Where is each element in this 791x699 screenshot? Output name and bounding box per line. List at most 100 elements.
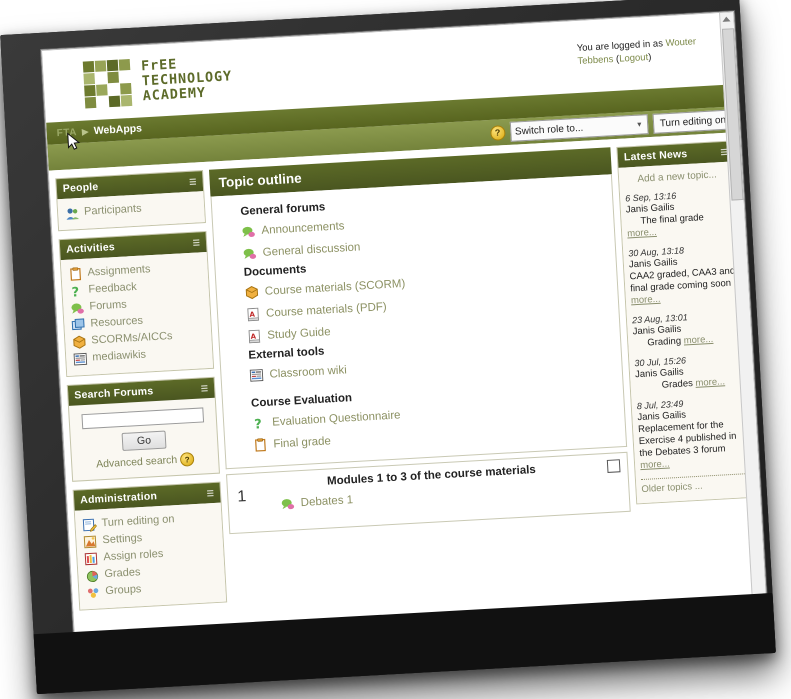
moodle-page: FrEE TECHNOLOGY ACADEMY You are logged i… xyxy=(41,11,768,651)
clipboard-icon xyxy=(255,438,266,452)
breadcrumb-current: WebApps xyxy=(93,122,143,138)
activity-label[interactable]: Study Guide xyxy=(267,324,331,344)
pdf-icon: A xyxy=(247,307,259,322)
question-mark-icon: ? xyxy=(71,285,79,299)
news-item: 8 Jul, 23:49 Janis Gailis Replacement fo… xyxy=(637,394,747,479)
wiki-icon xyxy=(249,369,264,382)
clipboard-icon xyxy=(70,266,82,281)
search-input[interactable] xyxy=(81,407,205,430)
sidebar-item-label[interactable]: mediawikis xyxy=(92,348,147,366)
package-icon xyxy=(73,335,86,349)
activity-label[interactable]: General discussion xyxy=(262,239,361,260)
topic-content: Modules 1 to 3 of the course materials D… xyxy=(261,453,630,531)
login-info: You are logged in as Wouter Tebbens (Log… xyxy=(576,35,717,68)
logo-wordmark: FrEE TECHNOLOGY ACADEMY xyxy=(141,54,234,104)
logo-grid-icon xyxy=(82,58,133,109)
page-body: People ☰ Participants Activities ☰ Assig… xyxy=(48,132,765,619)
block-people: People ☰ Participants xyxy=(55,170,206,232)
forum-bubble-icon xyxy=(242,226,255,237)
topic-outline-section-0: General forums Announcements General dis… xyxy=(210,174,628,470)
people-icon xyxy=(66,207,80,220)
chevron-down-icon: ▼ xyxy=(635,120,643,129)
news-more-link[interactable]: more... xyxy=(631,294,661,307)
sidebar-item-label[interactable]: Forums xyxy=(89,298,127,315)
news-more-link[interactable]: more... xyxy=(683,334,713,347)
login-prefix: You are logged in as xyxy=(576,38,666,54)
forum-bubble-icon xyxy=(71,303,84,314)
assign-roles-icon xyxy=(84,552,98,565)
news-subject-text: CAA2 graded, CAA3 and final grade coming… xyxy=(629,265,736,295)
scroll-up-arrow-icon[interactable] xyxy=(722,16,731,22)
highlight-topic-checkbox[interactable] xyxy=(606,459,621,473)
sidebar-item-label[interactable]: Settings xyxy=(102,531,143,548)
topic-number: 1 xyxy=(236,488,247,506)
switch-role-label: Switch role to... xyxy=(514,122,584,138)
browser-viewport: FrEE TECHNOLOGY ACADEMY You are logged i… xyxy=(0,0,776,695)
sidebar-item-label[interactable]: Resources xyxy=(90,314,143,332)
svg-text:A: A xyxy=(250,333,256,341)
news-subject-text: Grading xyxy=(647,335,682,349)
sidebar-item-label[interactable]: Grades xyxy=(104,565,141,582)
news-item: 6 Sep, 13:16 Janis Gailis The final grad… xyxy=(625,187,734,248)
news-subject: CAA2 graded, CAA3 and final grade coming… xyxy=(629,265,737,307)
news-subject-text: Replacement for the Exercise 4 published… xyxy=(637,419,737,460)
sidebar-item-label[interactable]: Participants xyxy=(84,202,142,220)
logo-line-3: ACADEMY xyxy=(142,84,207,105)
block-search-title: Search Forums xyxy=(74,385,154,402)
center-column: Topic outline General forums Announcemen… xyxy=(208,147,631,535)
news-more-link[interactable]: more... xyxy=(695,376,725,389)
block-activities-body: Assignments ? Feedback Forums Resources … xyxy=(60,251,214,376)
groups-icon xyxy=(87,587,99,598)
left-column: People ☰ Participants Activities ☰ Assig… xyxy=(55,170,228,619)
forum-bubble-icon xyxy=(243,248,257,259)
photo-frame: FrEE TECHNOLOGY ACADEMY You are logged i… xyxy=(0,0,791,699)
svg-text:?: ? xyxy=(254,417,262,431)
news-subject-text: Grades xyxy=(661,378,694,391)
news-subject-text: The final grade xyxy=(640,212,705,227)
news-item: 23 Aug, 13:01 Janis Gailis Grading more.… xyxy=(632,308,740,357)
activity-label[interactable]: Announcements xyxy=(261,218,345,239)
news-more-link[interactable]: more... xyxy=(640,458,670,471)
collapse-icon[interactable]: ☰ xyxy=(201,384,209,393)
block-administration-body: Turn editing on Settings Assign roles Gr… xyxy=(74,502,227,610)
settings-icon xyxy=(83,535,97,548)
sidebar-item-participants[interactable]: Participants xyxy=(63,197,200,222)
help-icon[interactable]: ? xyxy=(179,452,195,467)
logout-close: ) xyxy=(647,51,652,63)
site-logo[interactable]: FrEE TECHNOLOGY ACADEMY xyxy=(82,53,234,109)
advanced-search-row: Advanced search ? xyxy=(78,451,213,472)
breadcrumb-root[interactable]: FTA xyxy=(56,127,77,139)
sidebar-item-label[interactable]: Feedback xyxy=(88,280,137,298)
breadcrumb-separator-icon: ▶ xyxy=(81,125,90,137)
news-more-link[interactable]: more... xyxy=(627,227,657,240)
collapse-icon[interactable]: ☰ xyxy=(192,238,200,247)
collapse-icon[interactable]: ☰ xyxy=(206,488,214,497)
collapse-icon[interactable]: ☰ xyxy=(189,177,197,186)
activity-label[interactable]: Classroom wiki xyxy=(269,362,347,382)
grades-icon xyxy=(86,570,99,582)
block-people-body: Participants xyxy=(57,191,205,231)
search-go-button[interactable]: Go xyxy=(121,430,167,451)
help-icon[interactable]: ? xyxy=(489,124,506,141)
block-activities: Activities ☰ Assignments ? Feedback Foru… xyxy=(58,230,215,378)
news-item: 30 Jul, 15:26 Janis Gailis Grades more..… xyxy=(634,351,742,400)
block-activities-title: Activities xyxy=(65,241,116,256)
forum-bubble-icon xyxy=(281,499,295,510)
activity-label[interactable]: Debates 1 xyxy=(300,494,353,509)
news-subject: Replacement for the Exercise 4 published… xyxy=(638,418,747,472)
svg-text:?: ? xyxy=(71,285,79,299)
pdf-icon: A xyxy=(248,329,261,344)
block-search-forums: Search Forums ☰ Go Advanced search ? xyxy=(66,376,220,482)
block-search-body: Go Advanced search ? xyxy=(69,398,219,481)
block-news-title: Latest News xyxy=(623,148,688,164)
logout-link[interactable]: Logout xyxy=(619,52,649,65)
advanced-search-link[interactable]: Advanced search xyxy=(96,454,178,471)
activity-label[interactable]: Final grade xyxy=(273,433,331,452)
block-administration-title: Administration xyxy=(79,490,158,507)
turn-editing-on-button[interactable]: Turn editing on xyxy=(652,109,734,134)
sidebar-item-label[interactable]: Groups xyxy=(105,582,142,599)
window-icon xyxy=(71,317,85,330)
svg-text:A: A xyxy=(249,311,255,319)
news-item: 30 Aug, 13:18 Janis Gailis CAA2 graded, … xyxy=(628,242,738,315)
wiki-icon xyxy=(73,352,88,365)
